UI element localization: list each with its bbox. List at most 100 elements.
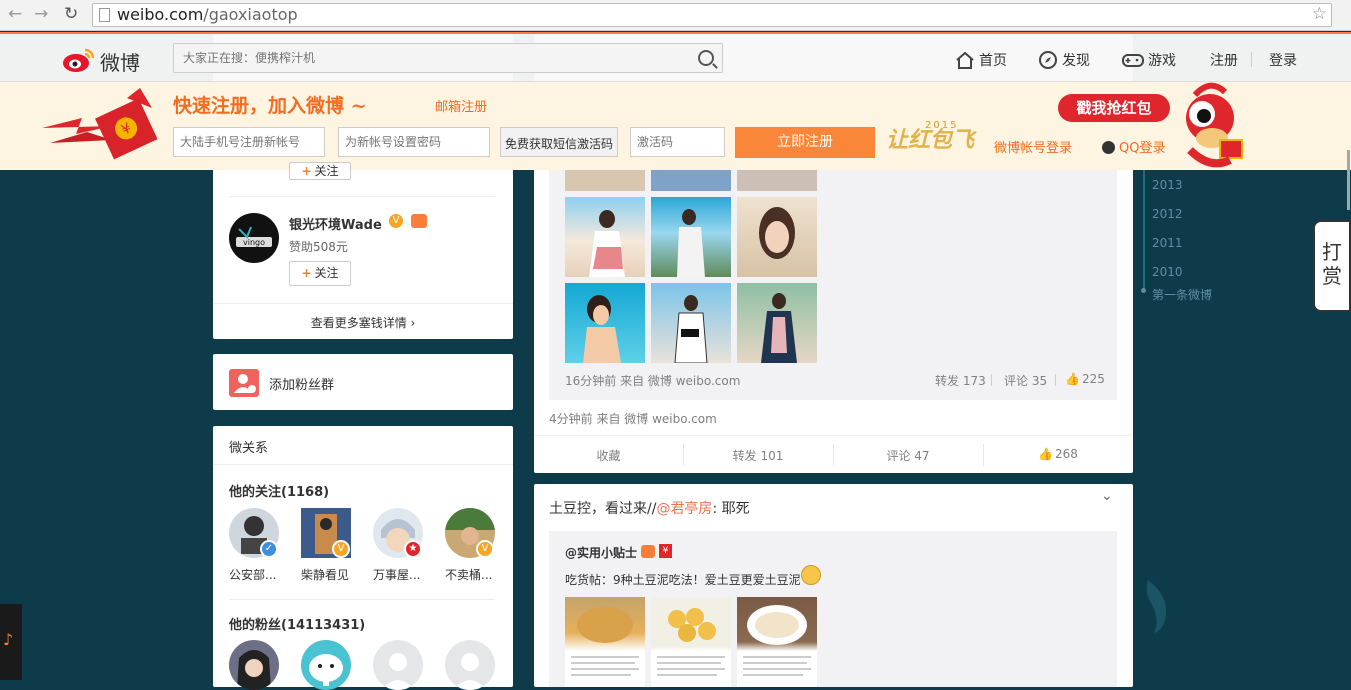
quick-register-bar: 快速注册，加入微博 ~ 邮箱注册 免费获取短信激活码 立即注册 2015 让红包… [0,82,1351,170]
food-photo-thumbnail[interactable] [565,597,645,687]
repost-comment-link[interactable]: 评论 35 [1004,372,1047,389]
mention-link[interactable]: @君亭房 [656,501,712,517]
sponsor-avatar[interactable]: vingo [229,213,279,263]
search-icon[interactable] [698,50,714,66]
photo-thumbnail[interactable] [565,197,645,277]
following-item[interactable]: ✓ 公安部... [229,508,285,583]
password-input[interactable] [338,127,490,157]
following-item[interactable]: V 柴静看见 [301,508,357,583]
nav-discover[interactable]: 发现 [1038,50,1090,70]
photo-thumbnail[interactable] [737,283,817,363]
following-title[interactable]: 他的关注(1168) [229,481,329,500]
browser-toolbar: ← → ↻ weibo.com/gaoxiaotop ☆ [0,0,1351,31]
nav-game-label: 游戏 [1148,53,1176,69]
login-link[interactable]: 登录 [1269,50,1297,70]
feed-post: 16分钟前 来自 微博 weibo.com 转发 173 评论 35 👍 225 … [534,170,1133,473]
qq-login-link[interactable]: QQ登录 [1102,137,1165,156]
search-box[interactable] [173,43,723,73]
divider [229,599,495,600]
like-button[interactable]: 👍 268 [983,447,1133,461]
fans-title[interactable]: 他的粉丝(14113431) [229,614,365,633]
red-envelope-icon: ¥ [659,544,672,558]
logo-text: 微博 [100,51,140,75]
photo-thumbnail[interactable] [737,170,817,191]
fan-avatar[interactable] [229,640,279,690]
photo-thumbnail[interactable] [651,283,731,364]
timeline-year[interactable]: 2011 [1152,236,1183,250]
grab-red-envelope-button[interactable]: 戳我抢红包 [1058,94,1170,122]
add-fans-group-label: 添加粉丝群 [269,378,335,393]
repost-like-link[interactable]: 👍 225 [1065,372,1105,386]
post-meta: 4分钟前 来自 微博 weibo.com [549,412,717,426]
activation-code-input[interactable] [630,127,725,157]
forward-button[interactable]: 转发 101 [683,447,833,464]
scrollbar-thumb[interactable] [1347,150,1350,210]
thumbs-up-icon: 👍 [1038,447,1054,461]
monkey-mascot-icon [1186,82,1243,168]
follow-button[interactable]: + 关注 [289,162,351,180]
photo-thumbnail[interactable] [565,283,645,363]
following-item[interactable]: ★ 万事屋... [373,508,429,583]
following-item[interactable]: V 不卖桶... [445,508,501,583]
collect-button[interactable]: 收藏 [534,447,683,464]
nav-home[interactable]: 首页 [955,50,1007,70]
tip-tab[interactable]: 打赏 [1313,220,1351,312]
weibo-logo[interactable]: 微博 [62,44,140,75]
repost-forward-link[interactable]: 转发 173 [935,372,986,389]
nav-game[interactable]: 游戏 [1122,50,1176,70]
photo-thumbnail[interactable] [737,197,817,277]
timeline-year[interactable]: 2012 [1152,207,1183,221]
register-link[interactable]: 注册 [1210,50,1238,70]
verified-v-icon: V [389,214,403,228]
register-now-button[interactable]: 立即注册 [735,127,875,158]
timeline-year[interactable]: 2013 [1152,178,1183,192]
photo-thumbnail[interactable] [651,170,731,191]
page-icon [99,8,110,22]
verified-badge-icon: ✓ [260,540,278,558]
sponsor-card: + 关注 vingo 银光环境Wade V 赞助508元 + 关注 查看更多塞钱详情… [213,162,513,339]
post-text-prefix: 土豆控，看过来// [549,501,657,517]
winged-envelope-icon: ¥ [42,88,158,160]
original-author-link[interactable]: @实用小贴士 [565,544,637,561]
divider [213,464,513,465]
post-text: 土豆控，看过来//@君亭房: 耶死 [549,498,750,518]
svg-text:vingo: vingo [243,238,265,247]
red-envelope-promo[interactable]: 让红包飞 [886,122,974,154]
back-icon[interactable]: ← [8,4,22,24]
qq-login-label: QQ登录 [1119,141,1166,156]
fan-avatar[interactable] [445,640,495,690]
music-player-tab[interactable]: ♪ [0,604,22,680]
more-sponsors-link[interactable]: 查看更多塞钱详情 › [213,314,513,331]
weibo-account-login-link[interactable]: 微博帐号登录 [994,137,1072,156]
original-post-text: 吃货帖：9种土豆泥吃法！爱土豆更爱土豆泥 [565,573,801,587]
comment-button[interactable]: 评论 47 [833,447,983,464]
address-bar[interactable]: weibo.com/gaoxiaotop ☆ [92,3,1332,27]
post-text-suffix: : 耶死 [712,501,750,517]
relations-card: 微关系 他的关注(1168) ✓ 公安部... V 柴静看见 ★ 万事屋... … [213,426,513,690]
smile-emoji-icon [801,565,821,585]
first-post-link[interactable]: 第一条微博 [1152,286,1212,303]
fan-avatar[interactable] [373,640,423,690]
fan-avatar[interactable] [301,640,351,690]
search-input[interactable] [174,44,674,72]
food-photo-thumbnail[interactable] [737,597,817,687]
following-name: 万事屋... [373,568,421,582]
sponsor-name[interactable]: 银光环境Wade [289,214,382,233]
reload-icon[interactable]: ↻ [64,4,78,24]
photo-thumbnail[interactable] [565,170,645,191]
follow-button[interactable]: + 关注 [289,261,351,286]
sms-code-button[interactable]: 免费获取短信激活码 [500,127,618,157]
bookmark-star-icon[interactable]: ☆ [1312,4,1327,24]
phone-input[interactable] [173,127,325,157]
divider [1055,374,1056,386]
food-photo-thumbnail[interactable] [651,597,731,687]
vip-crown-icon [411,214,427,228]
photo-thumbnail[interactable] [651,197,731,277]
timeline-year[interactable]: 2010 [1152,265,1183,279]
email-register-link[interactable]: 邮箱注册 [435,96,487,115]
forward-icon[interactable]: → [34,4,48,24]
timeline-dot [1141,288,1146,293]
chevron-down-icon[interactable]: ⌄ [1101,488,1113,504]
fans-group-card[interactable]: 添加粉丝群 [213,354,513,410]
repost-like-count: 225 [1081,372,1105,386]
